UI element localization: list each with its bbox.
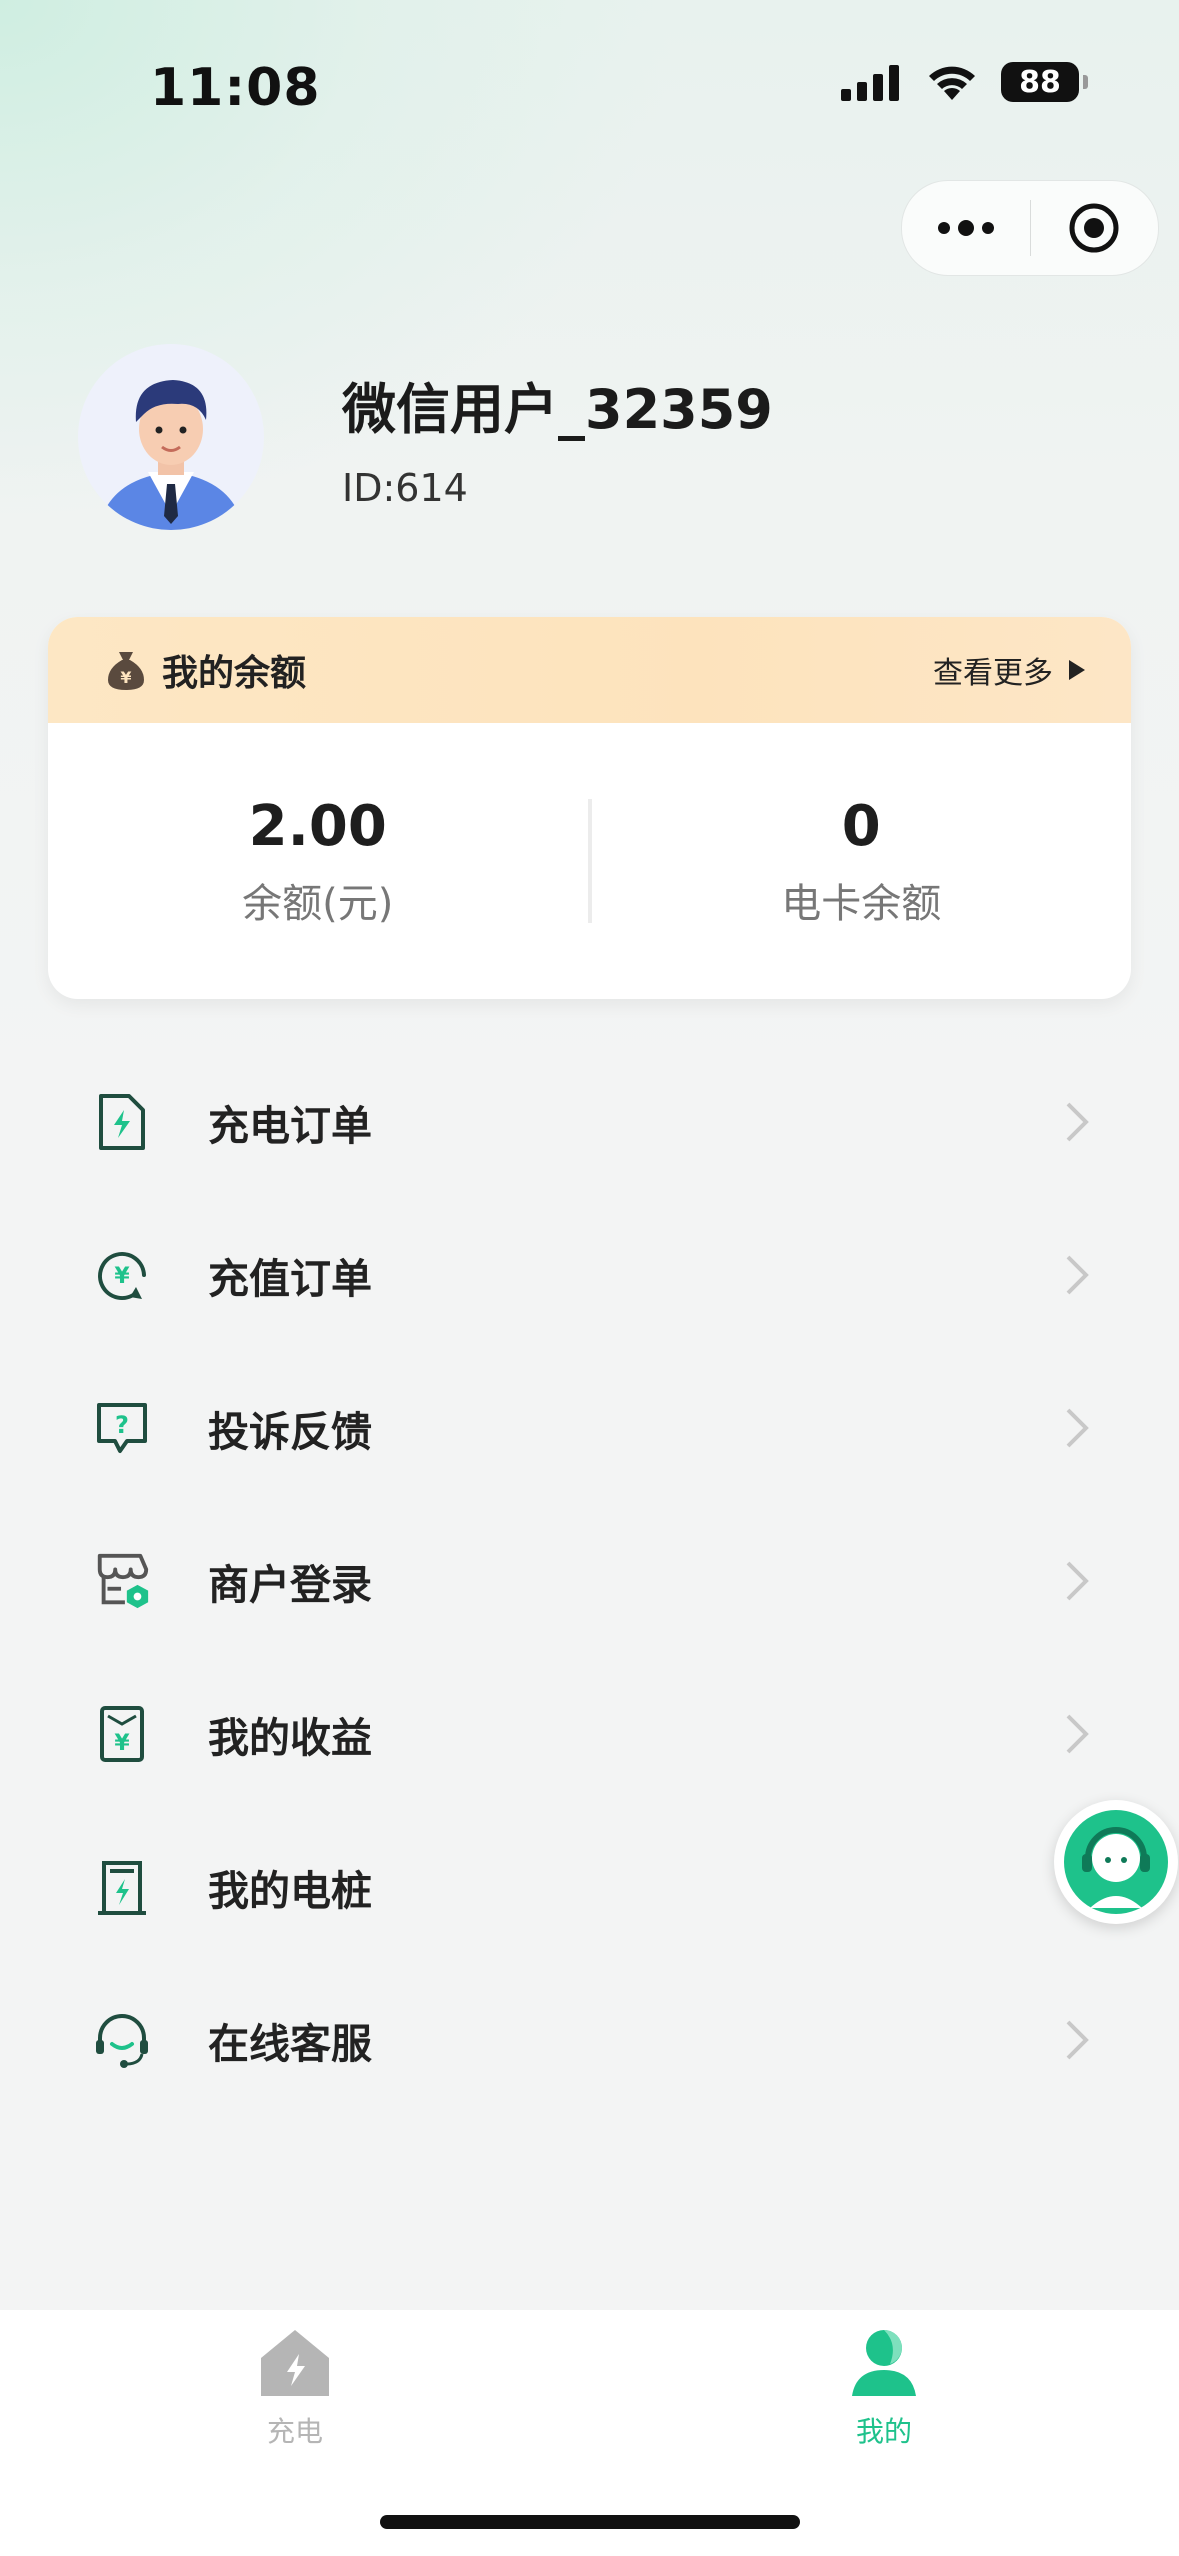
card-balance-value: 0 — [841, 793, 881, 859]
avatar-illustration — [98, 380, 244, 530]
chevron-right-icon — [1066, 1408, 1089, 1447]
view-more-link[interactable]: 查看更多 — [933, 648, 1087, 692]
feedback-icon: ? — [92, 1398, 152, 1458]
balance-title: ¥ 我的余额 — [104, 644, 306, 696]
balance-label: 余额(元) — [242, 880, 394, 927]
customer-service-agent-icon — [1064, 1810, 1168, 1914]
tab-mine[interactable]: 我的 — [784, 2310, 984, 2450]
balance-stat-card[interactable]: 0 电卡余额 — [592, 794, 1132, 929]
status-time: 11:08 — [150, 58, 321, 118]
menu-item-my-charging-piles[interactable]: 我的电桩 — [0, 1810, 1179, 1963]
home-charge-icon — [261, 2330, 329, 2396]
svg-text:¥: ¥ — [114, 1264, 130, 1289]
user-profile-icon — [852, 2330, 916, 2396]
menu-item-feedback[interactable]: ? 投诉反馈 — [0, 1351, 1179, 1504]
menu-item-merchant-login[interactable]: 商户登录 — [0, 1504, 1179, 1657]
floating-customer-service-button[interactable] — [1054, 1800, 1178, 1924]
recharge-order-icon: ¥ — [92, 1245, 152, 1305]
menu-item-label: 商户登录 — [208, 1560, 372, 1609]
balance-card-header: ¥ 我的余额 查看更多 — [48, 617, 1131, 723]
charging-pile-icon — [92, 1857, 152, 1917]
menu-item-online-service[interactable]: 在线客服 — [0, 1963, 1179, 2116]
menu-item-label: 我的收益 — [208, 1713, 372, 1762]
chevron-right-icon — [1066, 1561, 1089, 1600]
battery-level: 88 — [1019, 64, 1061, 100]
menu-item-label: 我的电桩 — [208, 1866, 372, 1915]
menu-list: 充电订单 ¥ 充值订单 ? 投诉反馈 商户登录 ¥ 我的收益 我的电桩 在线客服 — [0, 1045, 1179, 2116]
tab-charge-label: 充电 — [266, 2415, 323, 2448]
balance-value: 2.00 — [248, 793, 387, 859]
svg-text:¥: ¥ — [114, 1731, 130, 1756]
tab-charge[interactable]: 充电 — [195, 2310, 395, 2450]
more-button[interactable] — [902, 181, 1030, 275]
chevron-right-icon — [1066, 1714, 1089, 1753]
menu-item-label: 投诉反馈 — [208, 1407, 372, 1456]
charging-order-icon — [92, 1092, 152, 1152]
balance-title-text: 我的余额 — [162, 653, 307, 694]
chevron-right-icon — [1066, 1255, 1089, 1294]
target-circle-icon — [1069, 203, 1119, 253]
wifi-icon — [929, 66, 975, 100]
user-id: ID:614 — [342, 466, 468, 510]
status-icons: 88 — [841, 62, 1088, 102]
more-dots-icon — [937, 220, 994, 236]
headset-icon — [92, 2010, 152, 2070]
menu-item-my-earnings[interactable]: ¥ 我的收益 — [0, 1657, 1179, 1810]
close-miniprogram-button[interactable] — [1031, 181, 1159, 275]
menu-item-charging-orders[interactable]: 充电订单 — [0, 1045, 1179, 1198]
view-more-label: 查看更多 — [933, 656, 1053, 691]
money-bag-icon: ¥ — [108, 652, 144, 690]
play-arrow-icon — [1069, 660, 1085, 680]
balance-stats: 2.00 余额(元) 0 电卡余额 — [48, 723, 1131, 999]
merchant-store-icon — [92, 1551, 152, 1611]
svg-text:?: ? — [115, 1411, 129, 1439]
username: 微信用户_32359 — [342, 378, 773, 441]
home-indicator — [380, 2515, 800, 2529]
menu-item-label: 充电订单 — [208, 1101, 372, 1150]
svg-text:¥: ¥ — [120, 668, 131, 687]
balance-card: ¥ 我的余额 查看更多 2.00 余额(元) 0 电卡余额 — [48, 617, 1131, 999]
battery-indicator: 88 — [1001, 62, 1088, 102]
tab-mine-label: 我的 — [855, 2415, 912, 2448]
chevron-right-icon — [1066, 2020, 1089, 2059]
signal-icon — [841, 65, 899, 101]
menu-item-label: 充值订单 — [208, 1254, 372, 1303]
card-balance-label: 电卡余额 — [781, 880, 942, 927]
earnings-icon: ¥ — [92, 1704, 152, 1764]
avatar[interactable] — [78, 344, 264, 530]
chevron-right-icon — [1066, 1102, 1089, 1141]
menu-item-recharge-orders[interactable]: ¥ 充值订单 — [0, 1198, 1179, 1351]
miniprogram-capsule — [901, 180, 1159, 276]
balance-stat-cash[interactable]: 2.00 余额(元) — [48, 794, 588, 929]
menu-item-label: 在线客服 — [208, 2019, 372, 2068]
